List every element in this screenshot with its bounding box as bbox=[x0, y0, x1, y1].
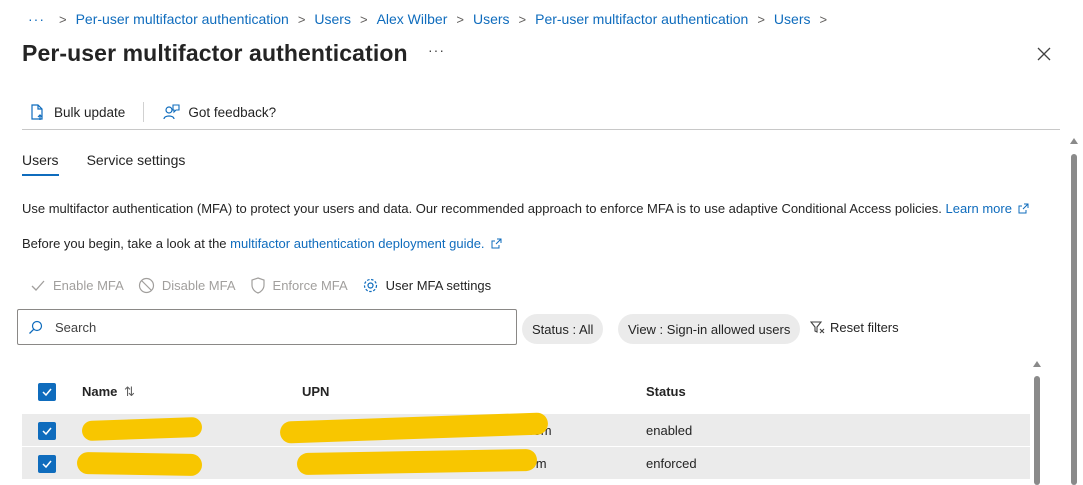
table-row[interactable]: com enforced bbox=[22, 447, 1030, 479]
tab-list: Users Service settings bbox=[22, 150, 213, 176]
enforce-mfa-label: Enforce MFA bbox=[272, 278, 348, 293]
row-status: enabled bbox=[646, 423, 693, 438]
checkmark-icon bbox=[31, 280, 45, 291]
feedback-person-icon bbox=[163, 104, 180, 120]
breadcrumb-separator: > bbox=[456, 11, 464, 27]
breadcrumb-more-button[interactable]: ··· bbox=[28, 11, 45, 27]
document-upload-icon bbox=[31, 104, 43, 120]
breadcrumb-separator: > bbox=[819, 11, 828, 27]
row-checkbox[interactable] bbox=[38, 422, 56, 440]
scroll-up-button[interactable] bbox=[1070, 138, 1078, 144]
sort-icon: ⇅ bbox=[124, 384, 135, 399]
search-input[interactable] bbox=[55, 319, 495, 335]
enable-mfa-button[interactable]: Enable MFA bbox=[30, 278, 124, 294]
title-more-button[interactable]: ··· bbox=[428, 42, 445, 58]
breadcrumb-item-mfa[interactable]: Per-user multifactor authentication bbox=[76, 11, 289, 27]
breadcrumb: ··· > Per-user multifactor authenticatio… bbox=[28, 11, 836, 27]
search-icon bbox=[29, 320, 43, 334]
breadcrumb-separator: > bbox=[297, 11, 306, 27]
info-line-guide: Before you begin, take a look at the mul… bbox=[22, 236, 502, 251]
column-header-status[interactable]: Status bbox=[646, 384, 686, 399]
command-divider bbox=[143, 102, 145, 122]
column-name-label: Name bbox=[82, 384, 118, 399]
row-checkbox[interactable] bbox=[38, 455, 56, 473]
table-row[interactable]: us com enabled bbox=[22, 412, 1030, 446]
grid-scroll-up-button[interactable] bbox=[1033, 361, 1041, 367]
checkmark-icon bbox=[42, 388, 52, 397]
redaction-mark bbox=[296, 448, 538, 476]
external-link-icon bbox=[1018, 203, 1029, 214]
close-button[interactable] bbox=[1034, 44, 1054, 64]
grid-scrollbar[interactable] bbox=[1034, 376, 1040, 485]
row-status: enforced bbox=[646, 456, 697, 471]
page-scrollbar[interactable] bbox=[1067, 130, 1083, 485]
breadcrumb-item-mfa-2[interactable]: Per-user multifactor authentication bbox=[535, 11, 748, 27]
breadcrumb-item-users[interactable]: Users bbox=[314, 11, 351, 27]
prohibited-icon bbox=[138, 277, 154, 294]
learn-more-link[interactable]: Learn more bbox=[945, 201, 1011, 216]
breadcrumb-item-user[interactable]: Alex Wilber bbox=[377, 11, 448, 27]
bulk-update-button[interactable]: Bulk update bbox=[28, 103, 125, 121]
deployment-guide-link[interactable]: multifactor authentication deployment gu… bbox=[230, 236, 484, 251]
tab-service-settings[interactable]: Service settings bbox=[87, 150, 186, 176]
external-link-icon bbox=[491, 238, 502, 249]
checkmark-icon bbox=[42, 427, 52, 436]
status-filter-pill[interactable]: Status : All bbox=[522, 314, 604, 344]
info-line-mfa: Use multifactor authentication (MFA) to … bbox=[22, 201, 1029, 216]
mfa-action-bar: Enable MFA Disable MFA Enforce MFA User … bbox=[30, 277, 505, 294]
column-header-upn[interactable]: UPN bbox=[302, 384, 329, 399]
redaction-mark bbox=[279, 412, 549, 444]
tab-users[interactable]: Users bbox=[22, 150, 59, 176]
redaction-mark bbox=[81, 416, 203, 442]
enforce-mfa-button[interactable]: Enforce MFA bbox=[250, 277, 348, 294]
breadcrumb-separator: > bbox=[757, 11, 765, 27]
reset-filters-button[interactable]: Reset filters bbox=[810, 320, 899, 335]
column-header-name[interactable]: Name ⇅ bbox=[82, 384, 135, 400]
grid-header: Name ⇅ UPN Status bbox=[22, 376, 1032, 408]
feedback-button[interactable]: Got feedback? bbox=[162, 103, 276, 121]
command-bar: Bulk update Got feedback? bbox=[28, 102, 276, 122]
filter-reset-icon bbox=[810, 321, 825, 334]
checkmark-icon bbox=[42, 460, 52, 469]
disable-mfa-button[interactable]: Disable MFA bbox=[138, 277, 236, 294]
search-field[interactable] bbox=[17, 309, 517, 345]
breadcrumb-separator: > bbox=[518, 11, 527, 27]
disable-mfa-label: Disable MFA bbox=[161, 278, 236, 293]
redaction-mark bbox=[76, 451, 203, 477]
feedback-label: Got feedback? bbox=[188, 104, 277, 120]
select-all-checkbox[interactable] bbox=[38, 383, 56, 401]
breadcrumb-separator: > bbox=[59, 11, 67, 27]
info-text: Use multifactor authentication (MFA) to … bbox=[22, 201, 942, 216]
page-title: Per-user multifactor authentication bbox=[22, 40, 408, 66]
close-icon bbox=[1037, 47, 1051, 61]
user-mfa-settings-button[interactable]: User MFA settings bbox=[362, 277, 491, 294]
enable-mfa-label: Enable MFA bbox=[53, 278, 124, 293]
scroll-thumb[interactable] bbox=[1071, 154, 1077, 485]
reset-filters-label: Reset filters bbox=[830, 320, 899, 335]
shield-icon bbox=[250, 277, 265, 294]
breadcrumb-item-users-2[interactable]: Users bbox=[473, 11, 510, 27]
info-text: Before you begin, take a look at the bbox=[22, 236, 227, 251]
breadcrumb-item-users-3[interactable]: Users bbox=[774, 11, 811, 27]
bulk-update-label: Bulk update bbox=[54, 104, 126, 120]
command-bar-divider bbox=[22, 129, 1060, 130]
user-mfa-settings-label: User MFA settings bbox=[385, 278, 492, 293]
breadcrumb-separator: > bbox=[359, 11, 368, 27]
gear-icon bbox=[363, 278, 377, 293]
view-filter-pill[interactable]: View : Sign-in allowed users bbox=[618, 314, 801, 344]
